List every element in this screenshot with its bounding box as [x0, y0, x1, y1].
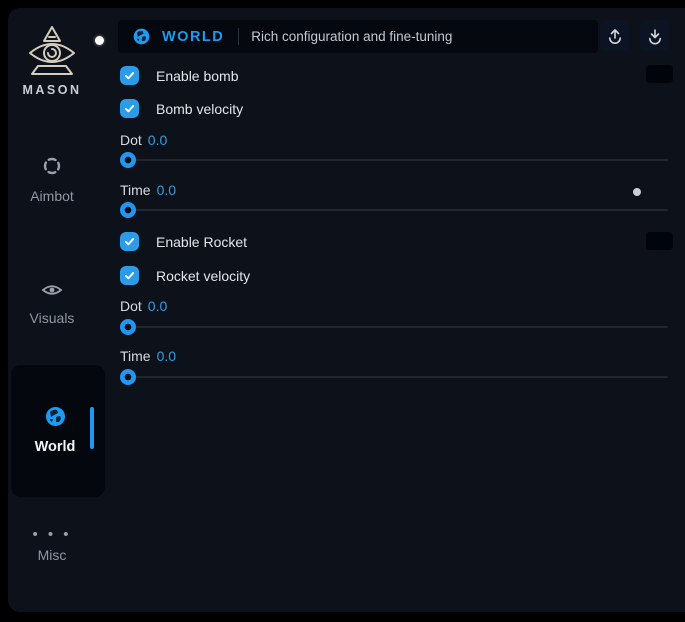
eye-icon: [41, 285, 63, 302]
cursor-dot: [95, 36, 104, 45]
mason-eye-logo-icon: [8, 24, 96, 78]
checkbox-row-rocket-velocity: Rocket velocity: [120, 266, 250, 285]
page-header: WORLD Rich configuration and fine-tuning: [118, 20, 598, 53]
slider-value: 0.0: [157, 182, 176, 198]
globe-icon: [132, 27, 151, 46]
download-icon: [646, 27, 664, 45]
checkmark-icon: [123, 102, 136, 115]
slider-handle[interactable]: [120, 152, 136, 168]
sidebar-item-label: Visuals: [8, 310, 96, 326]
header-divider: [238, 28, 239, 45]
enable-rocket-keybind-box[interactable]: [646, 232, 673, 250]
bomb-time-slider[interactable]: [120, 202, 668, 218]
enable-bomb-checkbox[interactable]: [120, 66, 139, 85]
slider-value: 0.0: [148, 298, 167, 314]
sidebar-item-label: Misc: [8, 547, 96, 563]
rocket-velocity-checkbox[interactable]: [120, 266, 139, 285]
sidebar-item-label: World: [11, 439, 99, 455]
slider-track[interactable]: [120, 209, 668, 211]
slider-value: 0.0: [148, 132, 167, 148]
enable-rocket-checkbox[interactable]: [120, 232, 139, 251]
rocket-time-slider[interactable]: [120, 369, 668, 385]
slider-label-bomb-time: Time 0.0: [120, 182, 176, 198]
slider-label-rocket-time: Time 0.0: [120, 348, 176, 364]
rocket-dot-slider[interactable]: [120, 319, 668, 335]
slider-name: Dot: [120, 298, 142, 314]
checkbox-row-enable-rocket: Enable Rocket: [120, 232, 247, 251]
slider-name: Time: [120, 348, 151, 364]
slider-value: 0.0: [157, 348, 176, 364]
checkbox-row-bomb-velocity: Bomb velocity: [120, 99, 243, 118]
slider-track[interactable]: [120, 376, 668, 378]
download-config-button[interactable]: [640, 20, 670, 51]
slider-handle[interactable]: [120, 369, 136, 385]
sidebar-item-world[interactable]: World: [11, 365, 105, 497]
sidebar-item-visuals[interactable]: Visuals: [8, 282, 96, 326]
checkbox-label: Enable Rocket: [156, 234, 247, 250]
brand-name: MASON: [8, 83, 96, 97]
crosshair-icon: [42, 163, 62, 180]
brand-logo: MASON: [8, 24, 96, 97]
active-tab-indicator: [90, 407, 94, 449]
checkbox-label: Enable bomb: [156, 68, 239, 84]
sidebar-item-label: Aimbot: [8, 188, 96, 204]
overlay-dot: [633, 188, 641, 196]
sidebar: MASON Aimbot Visuals: [8, 8, 118, 612]
slider-track[interactable]: [120, 159, 668, 161]
sidebar-item-aimbot[interactable]: Aimbot: [8, 156, 96, 204]
slider-handle[interactable]: [120, 202, 136, 218]
checkmark-icon: [123, 235, 136, 248]
slider-label-rocket-dot: Dot 0.0: [120, 298, 167, 314]
sidebar-item-misc[interactable]: • • • Misc: [8, 530, 96, 563]
page-title: WORLD: [162, 29, 224, 45]
checkbox-row-enable-bomb: Enable bomb: [120, 66, 239, 85]
slider-label-bomb-dot: Dot 0.0: [120, 132, 167, 148]
globe-icon: [44, 415, 67, 432]
page-subtitle: Rich configuration and fine-tuning: [251, 29, 452, 44]
slider-track[interactable]: [120, 326, 668, 328]
ellipsis-icon: • • •: [8, 530, 96, 540]
upload-icon: [606, 27, 624, 45]
checkbox-label: Bomb velocity: [156, 101, 243, 117]
checkmark-icon: [123, 69, 136, 82]
slider-handle[interactable]: [120, 319, 136, 335]
checkbox-label: Rocket velocity: [156, 268, 250, 284]
enable-bomb-keybind-box[interactable]: [646, 65, 673, 83]
checkmark-icon: [123, 269, 136, 282]
app-window: MASON Aimbot Visuals: [8, 8, 685, 612]
slider-name: Time: [120, 182, 151, 198]
bomb-dot-slider[interactable]: [120, 152, 668, 168]
slider-name: Dot: [120, 132, 142, 148]
sidebar-item-world-inner: World: [11, 405, 99, 455]
bomb-velocity-checkbox[interactable]: [120, 99, 139, 118]
upload-config-button[interactable]: [600, 20, 630, 51]
